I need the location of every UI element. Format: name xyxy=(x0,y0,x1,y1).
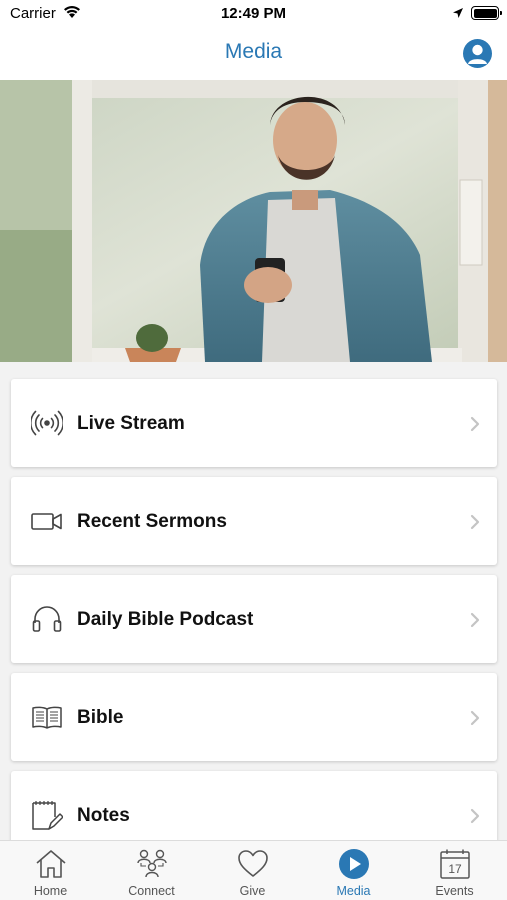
tab-label: Media xyxy=(336,884,371,898)
tab-label: Give xyxy=(239,884,266,898)
notepad-icon xyxy=(31,799,64,831)
battery-icon xyxy=(471,6,502,20)
page-title: Media xyxy=(224,40,283,63)
menu-item-bible[interactable]: Bible xyxy=(11,673,497,761)
chevron-right-icon xyxy=(469,808,481,824)
tab-events[interactable]: 17 Events xyxy=(404,841,505,900)
menu-item-notes[interactable]: Notes xyxy=(11,771,497,840)
hero-image xyxy=(0,80,507,362)
chevron-right-icon xyxy=(469,514,481,530)
clock: 12:49 PM xyxy=(220,5,287,22)
menu-item-daily-bible-podcast[interactable]: Daily Bible Podcast xyxy=(11,575,497,663)
media-menu: Live Stream Recent Sermons Daily Bible P… xyxy=(0,362,507,840)
home-icon xyxy=(36,850,66,878)
menu-item-recent-sermons[interactable]: Recent Sermons xyxy=(11,477,497,565)
heart-icon xyxy=(238,850,268,877)
menu-item-label: Bible xyxy=(77,707,124,728)
broadcast-icon xyxy=(29,407,65,439)
status-bar: Carrier 12:49 PM xyxy=(0,0,507,28)
open-book-icon xyxy=(31,701,63,733)
play-circle-icon xyxy=(339,849,369,879)
people-icon xyxy=(137,849,167,878)
nav-bar: Media xyxy=(0,28,507,80)
tab-label: Events xyxy=(435,884,474,898)
chevron-right-icon xyxy=(469,612,481,628)
menu-item-label: Daily Bible Podcast xyxy=(77,609,254,630)
person-circle-icon[interactable] xyxy=(463,39,492,68)
tab-connect[interactable]: Connect xyxy=(101,841,202,900)
headphones-icon xyxy=(31,603,63,635)
chevron-right-icon xyxy=(469,710,481,726)
chevron-right-icon xyxy=(469,416,481,432)
video-camera-icon xyxy=(31,505,63,537)
menu-item-label: Live Stream xyxy=(77,413,185,434)
calendar-day: 17 xyxy=(448,862,462,876)
tab-give[interactable]: Give xyxy=(202,841,303,900)
tab-bar: Home Connect Give Media 17 Events xyxy=(0,840,507,900)
menu-item-live-stream[interactable]: Live Stream xyxy=(11,379,497,467)
tab-home[interactable]: Home xyxy=(0,841,101,900)
location-arrow-icon xyxy=(452,6,464,23)
calendar-icon: 17 xyxy=(440,849,470,879)
menu-item-label: Notes xyxy=(77,805,130,826)
tab-label: Connect xyxy=(128,884,175,898)
menu-item-label: Recent Sermons xyxy=(77,511,227,532)
tab-label: Home xyxy=(33,884,68,898)
tab-media[interactable]: Media xyxy=(303,841,404,900)
